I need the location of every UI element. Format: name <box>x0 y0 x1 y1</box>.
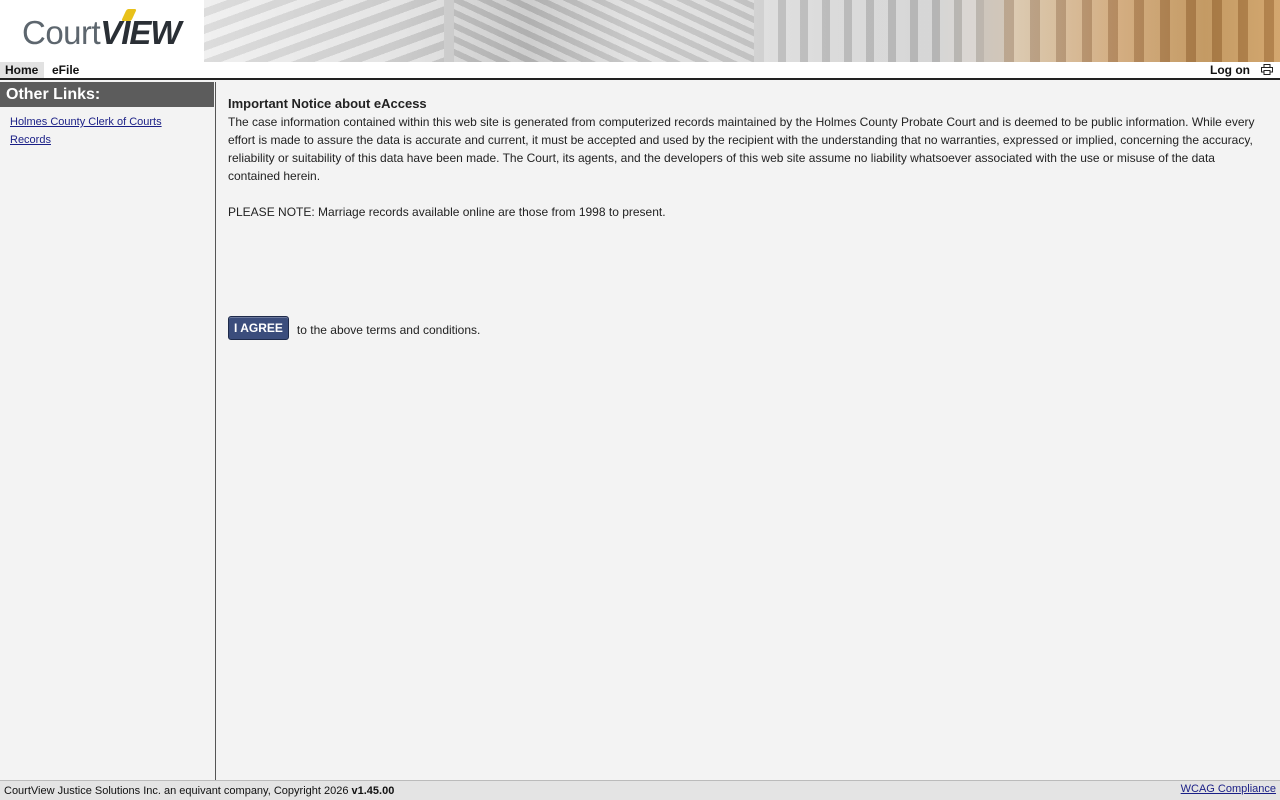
copyright-label: CourtView Justice Solutions Inc. an equi… <box>4 785 352 797</box>
version-label: v1.45.00 <box>351 785 395 797</box>
i-agree-button[interactable]: I AGREE <box>228 316 289 340</box>
sidebar: Other Links: Holmes County Clerk of Cour… <box>0 82 216 780</box>
sidebar-link-holmes-county-clerk[interactable]: Holmes County Clerk of Courts <box>10 113 205 131</box>
header: CourtVIEW <box>0 0 1280 62</box>
notice-body: The case information contained within th… <box>228 115 1255 183</box>
notice-title: Important Notice about eAccess <box>228 96 427 111</box>
header-banner-image <box>204 0 1280 62</box>
sidebar-title: Other Links: <box>0 82 214 107</box>
agree-terms-text: to the above terms and conditions. <box>296 323 481 337</box>
nav-bar: Home eFile Log on <box>0 62 1280 80</box>
tab-efile[interactable]: eFile <box>47 62 84 78</box>
log-on-link[interactable]: Log on <box>1210 62 1250 78</box>
sidebar-links: Holmes County Clerk of Courts Records <box>0 107 215 155</box>
logo-view-text: VIEW <box>100 14 181 51</box>
wcag-compliance-link[interactable]: WCAG Compliance <box>1181 783 1276 795</box>
tab-home[interactable]: Home <box>0 62 44 78</box>
agree-row: I AGREE to the above terms and condition… <box>228 316 480 340</box>
sidebar-link-records[interactable]: Records <box>10 131 205 149</box>
courtview-logo: CourtVIEW <box>0 0 204 62</box>
copyright-text: CourtView Justice Solutions Inc. an equi… <box>4 785 394 797</box>
main-content: Important Notice about eAccess The case … <box>228 96 1268 340</box>
marriage-records-note: PLEASE NOTE: Marriage records available … <box>228 205 666 219</box>
logo-court-text: Court <box>22 14 101 51</box>
printer-icon[interactable] <box>1261 64 1273 75</box>
footer: CourtView Justice Solutions Inc. an equi… <box>0 780 1280 800</box>
